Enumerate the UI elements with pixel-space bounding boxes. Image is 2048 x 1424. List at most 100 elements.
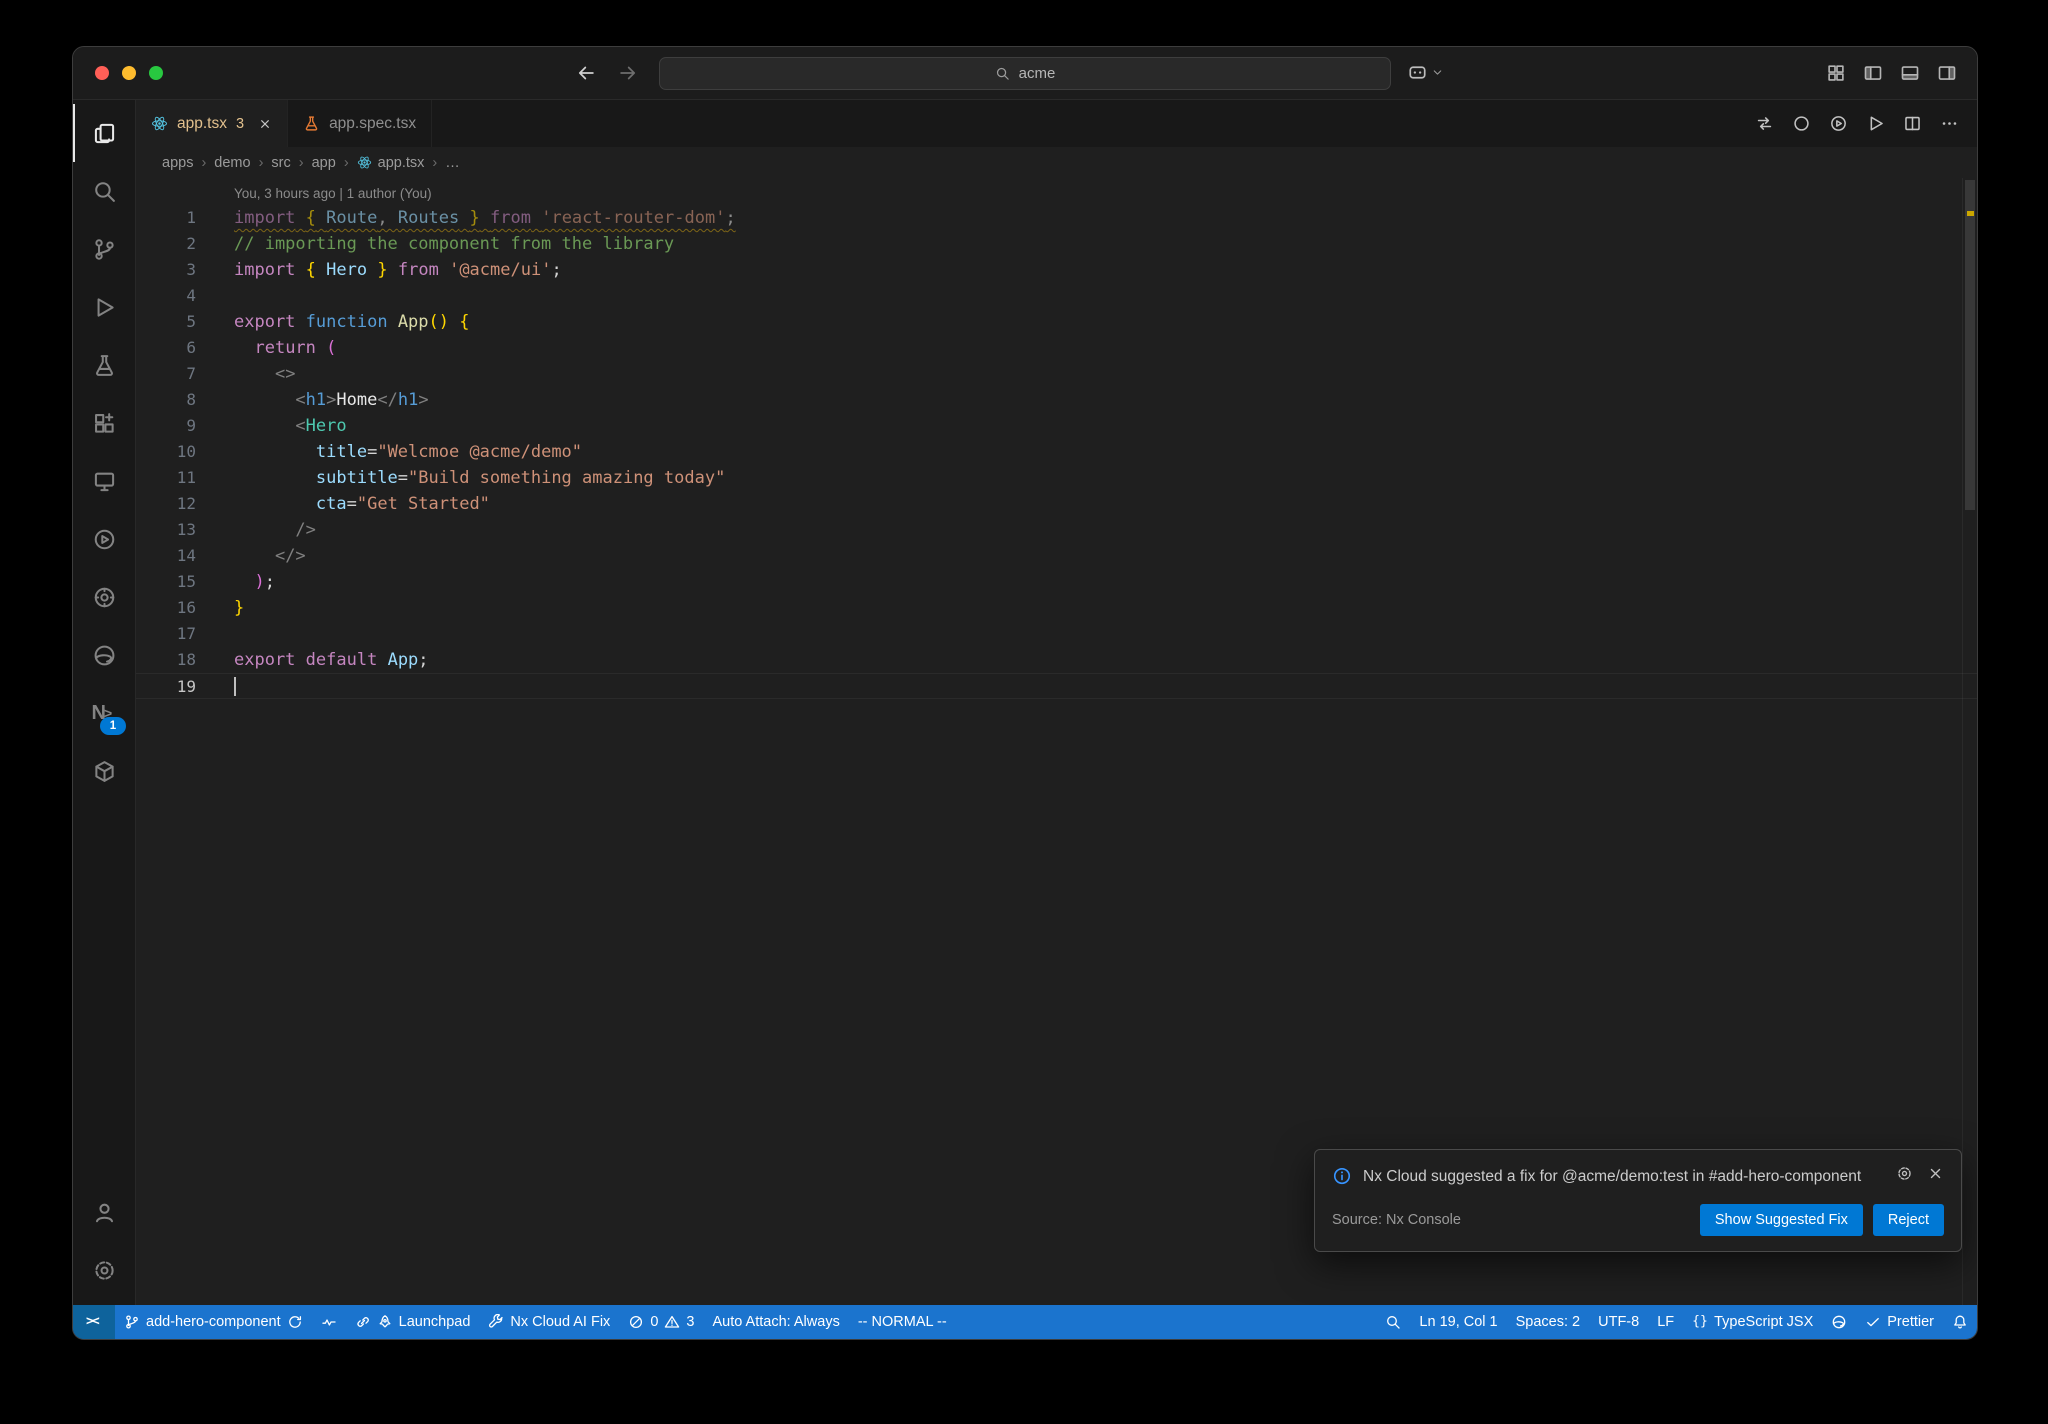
codelens-text[interactable]: You, 3 hours ago | 1 author (You) [196,182,1977,205]
activity-item-package-explorer[interactable] [73,742,135,800]
line-number[interactable]: 11 [136,465,196,491]
activity-item-task-runner[interactable] [73,510,135,568]
command-center[interactable]: acme [659,57,1391,90]
notification-close-icon[interactable] [1927,1165,1944,1182]
status-language-mode[interactable]: {} TypeScript JSX [1683,1305,1822,1339]
target-icon [92,585,117,610]
line-number[interactable]: 15 [136,569,196,595]
sync-icon [287,1314,303,1330]
activity-item-explorer[interactable] [73,104,135,162]
status-remote-indicator[interactable]: >< [73,1305,115,1339]
account-icon [92,1200,117,1225]
breadcrumb-item-app[interactable]: app [312,155,336,171]
activity-item-nx-console[interactable]: N >1 [73,684,135,742]
forward-icon[interactable] [617,62,639,84]
breadcrumb-item-src[interactable]: src [271,155,290,171]
status-eol[interactable]: LF [1648,1305,1683,1339]
line-number[interactable]: 16 [136,595,196,621]
line-number[interactable]: 1 [136,205,196,231]
activity-item-extensions[interactable] [73,394,135,452]
breadcrumb-item-app.tsx[interactable]: app.tsx [357,155,424,171]
breadcrumb-item-apps[interactable]: apps [162,155,193,171]
status-screen-zoom[interactable] [1376,1305,1410,1339]
session-menu[interactable] [1407,62,1444,83]
status-nx-cloud-ai-fix[interactable]: Nx Cloud AI Fix [479,1305,619,1339]
activity-item-search[interactable] [73,162,135,220]
line-number[interactable]: 14 [136,543,196,569]
more-actions-icon[interactable] [1940,114,1959,133]
status-indentation[interactable]: Spaces: 2 [1507,1305,1590,1339]
line-number[interactable]: 12 [136,491,196,517]
line-number[interactable]: 17 [136,621,196,647]
status-branch[interactable]: add-hero-component [115,1305,312,1339]
code-line-18: 18 export default App; [136,647,1977,673]
activity-item-testing[interactable] [73,336,135,394]
line-number[interactable]: 2 [136,231,196,257]
split-editor-icon[interactable] [1903,114,1922,133]
codelens[interactable]: You, 3 hours ago | 1 author (You) [136,182,1977,205]
activity-item-settings[interactable] [73,1241,135,1299]
status-cursor-position[interactable]: Ln 19, Col 1 [1410,1305,1506,1339]
line-number[interactable]: 13 [136,517,196,543]
status-text: Ln 19, Col 1 [1419,1314,1498,1330]
notification-settings-icon[interactable] [1896,1165,1913,1182]
toggle-coverage-icon[interactable] [1792,114,1811,133]
status-problems[interactable]: 03 [619,1305,703,1339]
tab-app.tsx[interactable]: app.tsx 3 [136,100,289,147]
bell-icon [1952,1314,1968,1330]
status-prettier[interactable]: Prettier [1856,1305,1943,1339]
line-number[interactable]: 10 [136,439,196,465]
close-window-button[interactable] [95,66,109,80]
activity-item-run-and-debug[interactable] [73,278,135,336]
status-text: Nx Cloud AI Fix [510,1314,611,1330]
status-launchpad[interactable]: Launchpad [346,1305,480,1339]
rocket-icon [377,1314,393,1330]
zoom-window-button[interactable] [149,66,163,80]
toggle-secondary-sidebar-icon[interactable] [1937,63,1957,83]
open-changes-icon[interactable] [1755,114,1774,133]
activity-item-source-control[interactable] [73,220,135,278]
tab-close-icon[interactable] [258,117,272,131]
code-editor[interactable]: You, 3 hours ago | 1 author (You) 1 impor… [136,178,1977,1305]
status-encoding[interactable]: UTF-8 [1589,1305,1648,1339]
line-number[interactable]: 3 [136,257,196,283]
back-icon[interactable] [575,62,597,84]
line-number[interactable]: 18 [136,647,196,673]
status-notifications-bell[interactable] [1943,1305,1977,1339]
scrollbar-thumb[interactable] [1965,180,1975,510]
line-number[interactable]: 8 [136,387,196,413]
customize-layout-icon[interactable] [1826,63,1846,83]
code-line-19: 19 [136,673,1977,699]
run-code-icon[interactable] [1866,114,1885,133]
line-number[interactable]: 5 [136,309,196,335]
breadcrumb-item-demo[interactable]: demo [214,155,250,171]
scm-icon [124,1314,140,1330]
activity-item-live-preview[interactable] [73,568,135,626]
status-auto-attach[interactable]: Auto Attach: Always [703,1305,848,1339]
cursor-caret [234,677,236,696]
search-icon [92,179,117,204]
status-text: Prettier [1887,1314,1934,1330]
breadcrumb-item-…[interactable]: … [445,155,460,171]
line-number[interactable]: 9 [136,413,196,439]
status-edge-browser[interactable] [1822,1305,1856,1339]
code-line-16: 16} [136,595,1977,621]
activity-item-edge-devtools[interactable] [73,626,135,684]
tab-app.spec.tsx[interactable]: app.spec.tsx [288,100,433,147]
toggle-panel-icon[interactable] [1900,63,1920,83]
run-file-icon[interactable] [1829,114,1848,133]
line-number[interactable]: 19 [136,674,196,698]
minimize-window-button[interactable] [122,66,136,80]
activity-item-remote-explorer[interactable] [73,452,135,510]
layout-controls [1826,63,1957,83]
show-suggested-fix-button[interactable]: Show Suggested Fix [1699,1204,1863,1236]
line-number[interactable]: 4 [136,283,196,309]
line-number[interactable]: 7 [136,361,196,387]
overview-ruler-warning [1967,211,1974,216]
toggle-primary-sidebar-icon[interactable] [1863,63,1883,83]
reject-button[interactable]: Reject [1872,1204,1944,1236]
line-number[interactable]: 6 [136,335,196,361]
activity-item-accounts[interactable] [73,1183,135,1241]
status-vim-mode[interactable]: -- NORMAL -- [849,1305,956,1339]
status-commit-graph[interactable] [312,1305,346,1339]
